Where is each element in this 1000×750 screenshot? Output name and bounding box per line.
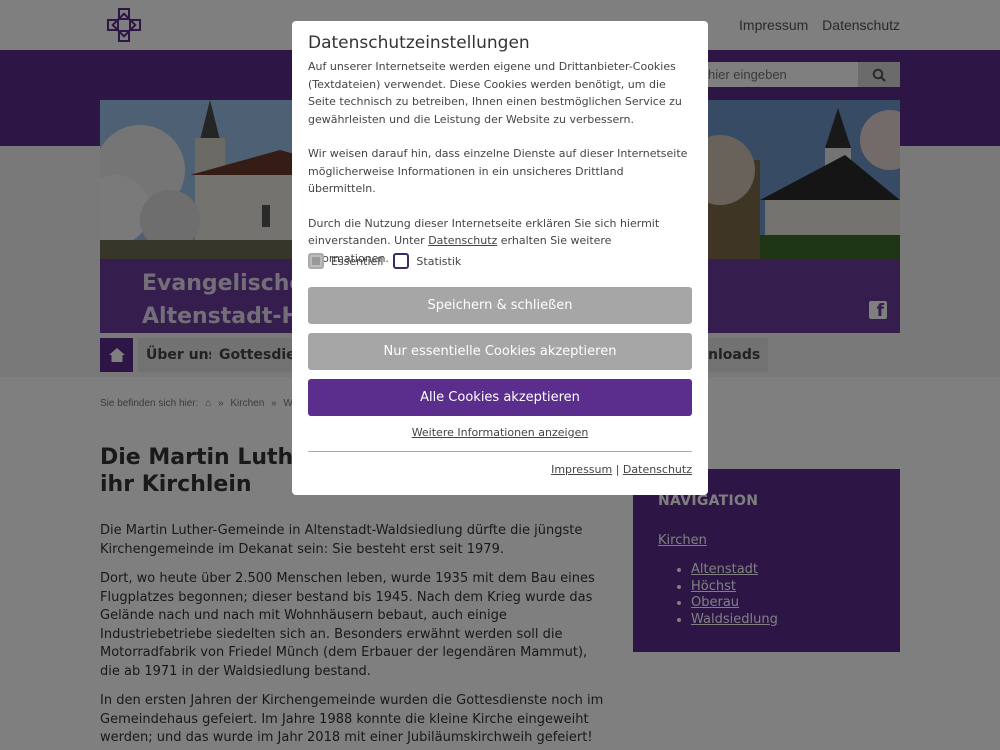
save-and-close-button[interactable]: Speichern & schließen [308,287,692,324]
dialog-title: Datenschutzeinstellungen [308,33,530,53]
accept-all-button[interactable]: Alle Cookies akzeptieren [308,379,692,416]
footer-impressum-link[interactable]: Impressum [551,463,612,476]
statistik-checkbox[interactable] [393,253,410,269]
cookie-checkboxes: Essentiell Statistik [308,253,461,269]
dialog-text: Auf unserer Internetseite werden eigene … [308,58,692,267]
dialog-divider [308,451,692,452]
essential-label: Essentiell [331,254,384,268]
cookie-consent-dialog: Datenschutzeinstellungen Auf unserer Int… [292,21,708,495]
footer-datenschutz-link[interactable]: Datenschutz [623,463,692,476]
accept-essential-button[interactable]: Nur essentielle Cookies akzeptieren [308,333,692,370]
datenschutz-inline-link[interactable]: Datenschutz [428,234,497,247]
dialog-paragraph: Auf unserer Internetseite werden eigene … [308,60,682,126]
dialog-paragraph: Wir weisen darauf hin, dass einzelne Die… [308,147,688,195]
more-info-link[interactable]: Weitere Informationen anzeigen [292,426,708,439]
statistik-label: Statistik [416,254,462,268]
essential-checkbox[interactable] [308,253,324,269]
dialog-footer: Impressum | Datenschutz [551,463,692,476]
footer-separator: | [612,463,623,476]
